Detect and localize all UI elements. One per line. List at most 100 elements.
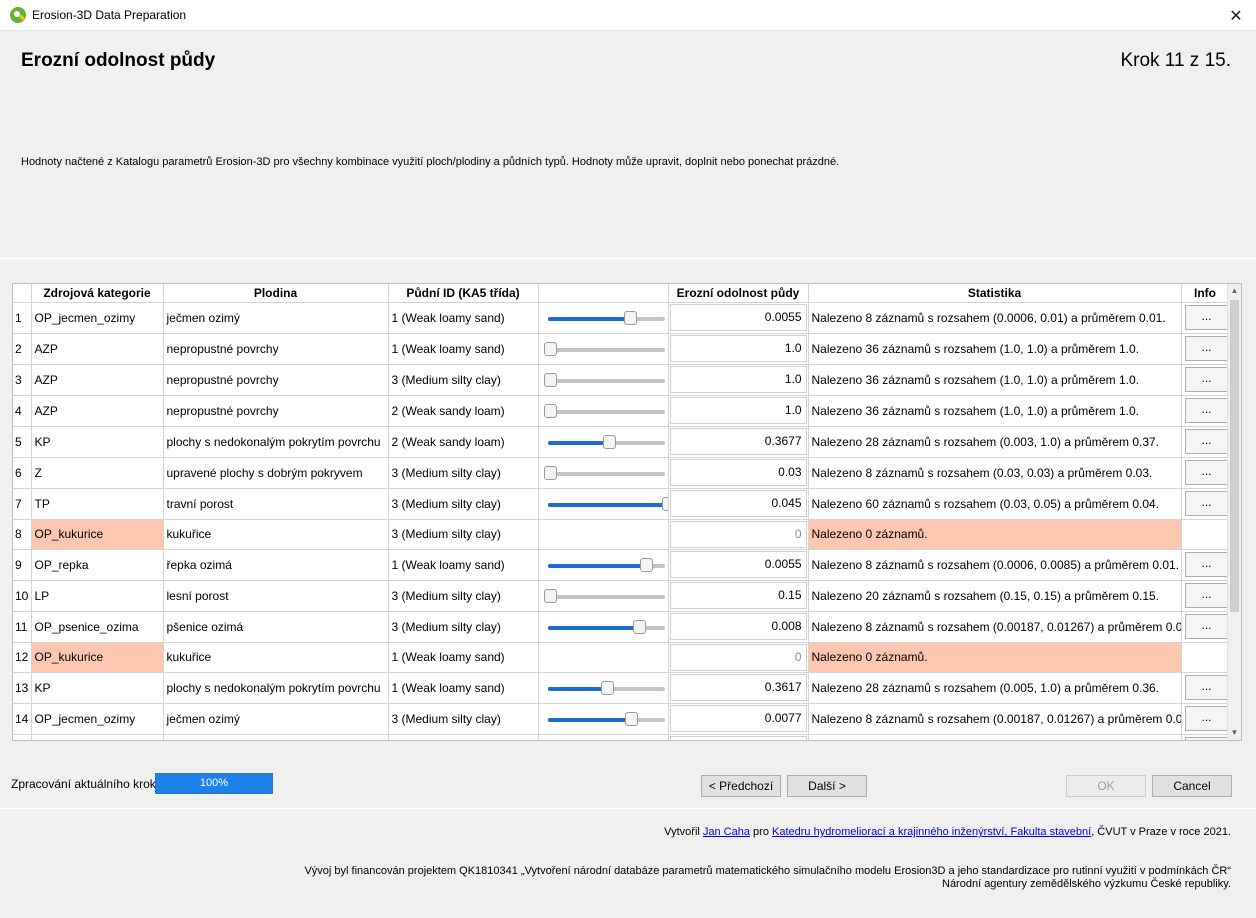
soil-id-cell[interactable]: 1 (Weak loamy sand) (388, 333, 539, 365)
slider-cell[interactable] (538, 611, 669, 643)
soil-id-cell[interactable]: 3 (Medium silty clay) (388, 457, 539, 489)
info-button[interactable]: ... (1184, 491, 1228, 516)
table-row[interactable]: 4 AZP nepropustné povrchy 2 (Weak sandy loa… (13, 395, 1230, 427)
crop-cell[interactable]: upravené plochy s dobrým pokryvem (163, 457, 389, 489)
slider-handle[interactable] (633, 619, 647, 634)
soil-id-cell[interactable]: 2 (Weak sandy loam) (388, 395, 539, 427)
value-slider[interactable] (542, 581, 665, 611)
header-statistics[interactable]: Statistika (808, 284, 1182, 303)
ok-button[interactable]: OK (1066, 775, 1146, 797)
crop-cell[interactable]: pšenice ozimá (163, 611, 389, 643)
header-slider[interactable] (538, 284, 669, 303)
slider-handle[interactable] (601, 680, 615, 695)
slider-cell[interactable] (538, 672, 669, 704)
value-slider[interactable] (542, 673, 665, 703)
soil-id-cell[interactable]: 3 (Medium silty clay) (388, 364, 539, 396)
info-button[interactable]: ... (1184, 460, 1228, 485)
slider-cell[interactable] (538, 364, 669, 396)
erosion-resistance-cell[interactable]: 1.0 (668, 333, 809, 365)
erosion-resistance-cell[interactable]: 0.0055 (668, 302, 809, 334)
erosion-resistance-input[interactable]: 0.0077 (669, 705, 807, 732)
erosion-resistance-cell[interactable]: 0.3677 (668, 426, 809, 458)
info-cell[interactable]: ... (1181, 457, 1230, 489)
info-cell[interactable]: ... (1181, 580, 1230, 612)
erosion-resistance-input[interactable]: 1.0 (669, 397, 807, 424)
info-button[interactable]: ... (1184, 706, 1228, 731)
table-row[interactable]: 7 TP travní porost 3 (Medium silty clay) 0.0… (13, 488, 1230, 520)
value-slider[interactable] (542, 735, 665, 741)
slider-cell[interactable] (538, 734, 669, 741)
erosion-resistance-input[interactable]: 0.3617 (669, 674, 807, 701)
erosion-resistance-cell[interactable]: 0.0077 (668, 703, 809, 735)
value-slider[interactable] (542, 427, 665, 457)
slider-cell[interactable] (538, 488, 669, 520)
erosion-resistance-input[interactable]: 0.15 (669, 582, 807, 609)
crop-cell[interactable]: nepropustné povrchy (163, 333, 389, 365)
info-cell[interactable]: ... (1181, 672, 1230, 704)
info-cell[interactable]: ... (1181, 426, 1230, 458)
value-slider[interactable] (542, 489, 667, 519)
source-category-cell[interactable]: AZP (31, 395, 164, 427)
erosion-resistance-input[interactable]: 0.0055 (669, 551, 807, 578)
info-cell[interactable]: ... (1181, 488, 1230, 520)
slider-cell[interactable] (538, 426, 669, 458)
info-button[interactable]: ... (1184, 367, 1228, 392)
soil-id-cell[interactable]: 1 (Weak loamy sand) (388, 642, 539, 673)
slider-handle[interactable] (543, 372, 557, 387)
erosion-resistance-input[interactable]: 0.045 (669, 490, 807, 517)
next-button[interactable]: Další > (787, 775, 867, 797)
erosion-resistance-cell[interactable]: 0.0055 (668, 549, 809, 581)
slider-cell[interactable] (538, 703, 669, 735)
erosion-resistance-cell[interactable]: 0.3693 (668, 734, 809, 740)
crop-cell[interactable]: kukuřice (163, 642, 389, 673)
table-row[interactable]: 1 OP_jecmen_ozimy ječmen ozimý 1 (Weak loam… (13, 302, 1230, 334)
soil-id-cell[interactable]: 2 (Weak sandy loam) (388, 426, 539, 458)
slider-handle[interactable] (602, 434, 616, 449)
value-slider[interactable] (542, 365, 665, 395)
erosion-resistance-input[interactable]: 0 (669, 520, 807, 548)
info-cell[interactable]: ... (1181, 611, 1230, 643)
slider-cell[interactable] (538, 302, 669, 334)
slider-handle[interactable] (543, 341, 557, 356)
erosion-resistance-input[interactable]: 0.0055 (669, 304, 807, 331)
soil-id-cell[interactable]: 1 (Weak loamy sand) (388, 302, 539, 334)
slider-handle[interactable] (543, 588, 557, 603)
info-button[interactable]: ... (1184, 336, 1228, 361)
table-row[interactable]: 14 OP_jecmen_ozimy ječmen ozimý 3 (Medium s… (13, 703, 1230, 735)
crop-cell[interactable]: ječmen ozimý (163, 302, 389, 334)
cancel-button[interactable]: Cancel (1152, 775, 1232, 797)
table-row[interactable]: 2 AZP nepropustné povrchy 1 (Weak loamy san… (13, 333, 1230, 365)
erosion-resistance-input[interactable]: 0.03 (669, 459, 807, 486)
info-cell[interactable]: ... (1181, 333, 1230, 365)
soil-id-cell[interactable]: 3 (Medium silty clay) (388, 580, 539, 612)
soil-id-cell[interactable]: 3 (Medium silty clay) (388, 488, 539, 520)
header-soil[interactable]: Půdní ID (KA5 třída) (388, 284, 539, 303)
info-cell[interactable]: ... (1181, 703, 1230, 735)
scroll-down-icon[interactable]: ▼ (1228, 726, 1241, 740)
source-category-cell[interactable]: KP (31, 734, 164, 740)
slider-cell[interactable] (538, 333, 669, 365)
soil-id-cell[interactable]: 3 (Medium silty clay) (388, 611, 539, 643)
previous-button[interactable]: < Předchozí (701, 775, 781, 797)
table-row[interactable]: 5 KP plochy s nedokonalým pokrytím povrchu… (13, 426, 1230, 458)
erosion-resistance-cell[interactable]: 0.3617 (668, 672, 809, 704)
erosion-resistance-input[interactable]: 0.3677 (669, 428, 807, 455)
soil-id-cell[interactable]: 3 (Medium silty clay) (388, 703, 539, 735)
erosion-resistance-cell[interactable]: 0.045 (668, 488, 809, 520)
crop-cell[interactable]: řepka ozimá (163, 549, 389, 581)
value-slider[interactable] (542, 334, 665, 364)
value-slider[interactable] (542, 612, 665, 642)
crop-cell[interactable]: lesní porost (163, 580, 389, 612)
crop-cell[interactable]: ječmen ozimý (163, 703, 389, 735)
info-button[interactable]: ... (1184, 429, 1228, 454)
erosion-resistance-cell[interactable]: 1.0 (668, 395, 809, 427)
value-slider[interactable] (542, 704, 665, 734)
crop-cell[interactable]: plochy s nedokonalým pokrytím povrchu (163, 426, 389, 458)
erosion-resistance-input[interactable]: 1.0 (669, 366, 807, 393)
source-category-cell[interactable]: KP (31, 672, 164, 704)
info-button[interactable]: ... (1184, 305, 1228, 330)
header-category[interactable]: Zdrojová kategorie (31, 284, 164, 303)
scroll-thumb[interactable] (1230, 300, 1239, 612)
info-cell[interactable]: ... (1181, 549, 1230, 581)
info-cell[interactable]: ... (1181, 364, 1230, 396)
